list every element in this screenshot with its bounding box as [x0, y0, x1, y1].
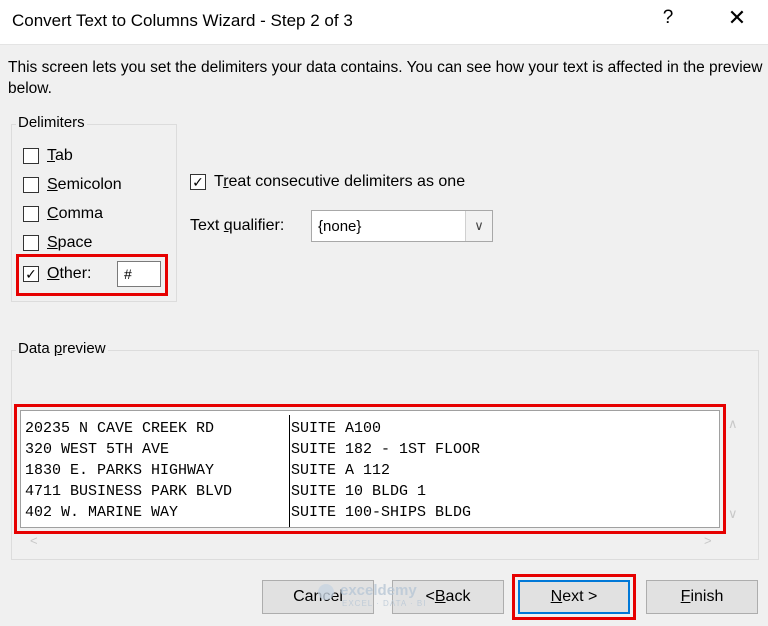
consecutive-label: Treat consecutive delimiters as one — [214, 173, 466, 190]
scroll-left-icon[interactable]: < — [30, 533, 38, 548]
scroll-right-icon[interactable]: > — [704, 533, 712, 548]
comma-label: Comma — [47, 205, 104, 222]
close-icon[interactable]: ✕ — [722, 5, 752, 31]
scroll-up-icon[interactable]: ∧ — [728, 416, 738, 432]
space-checkbox-row[interactable]: Space — [23, 232, 92, 254]
semicolon-checkbox[interactable] — [23, 177, 39, 193]
consecutive-checkbox[interactable]: ✓ — [190, 174, 206, 190]
chevron-down-icon[interactable]: ∨ — [465, 211, 492, 241]
space-checkbox[interactable] — [23, 235, 39, 251]
scroll-down-icon[interactable]: ∨ — [728, 506, 738, 522]
wizard-description: This screen lets you set the delimiters … — [8, 59, 763, 97]
next-highlight-box — [512, 574, 636, 620]
delimiters-label: Delimiters — [16, 114, 87, 131]
preview-highlight-box — [14, 404, 726, 534]
data-preview-label: Data preview — [16, 340, 108, 357]
tab-checkbox-row[interactable]: Tab — [23, 145, 73, 167]
space-label: Space — [47, 234, 93, 251]
text-qualifier-value: {none} — [318, 218, 362, 235]
window-title: Convert Text to Columns Wizard - Step 2 … — [12, 11, 353, 30]
watermark-logo-icon — [318, 584, 334, 600]
watermark: exceldemy EXCEL · DATA · BI — [316, 582, 466, 612]
tab-label: Tab — [47, 147, 73, 164]
consecutive-checkbox-row[interactable]: ✓ Treat consecutive delimiters as one — [190, 171, 465, 193]
tab-checkbox[interactable] — [23, 148, 39, 164]
comma-checkbox[interactable] — [23, 206, 39, 222]
semicolon-label: Semicolon — [47, 176, 122, 193]
title-bar: Convert Text to Columns Wizard - Step 2 … — [0, 0, 768, 45]
text-qualifier-label: Text qualifier: — [190, 217, 285, 234]
comma-checkbox-row[interactable]: Comma — [23, 203, 103, 225]
semicolon-checkbox-row[interactable]: Semicolon — [23, 174, 122, 196]
finish-button[interactable]: Finish — [646, 580, 758, 614]
help-icon[interactable]: ? — [656, 7, 680, 29]
other-highlight-box — [16, 254, 168, 296]
text-qualifier-select[interactable]: {none} ∨ — [311, 210, 493, 242]
